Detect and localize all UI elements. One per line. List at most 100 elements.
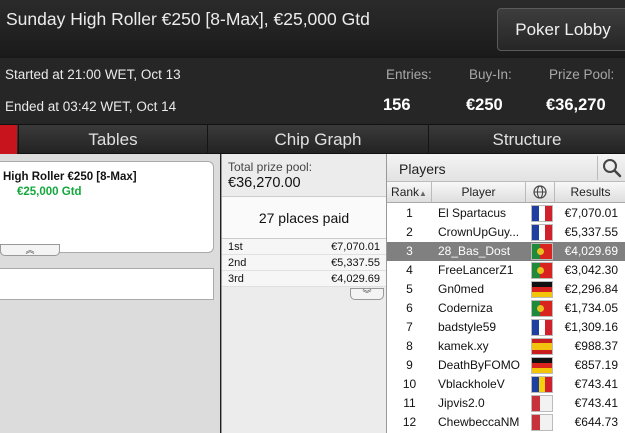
table-row[interactable]: 8 kamek.xy €988.37 xyxy=(387,337,625,356)
france-flag-icon xyxy=(531,224,553,241)
player-result: €2,296.84 xyxy=(564,282,618,296)
tournament-list-panel: High Roller €250 [8-Max] €25,000 Gtd ︽ xyxy=(0,154,220,433)
player-rank: 8 xyxy=(406,339,413,353)
player-name: 28_Bas_Dost xyxy=(438,244,511,258)
player-result: €1,734.05 xyxy=(564,301,618,315)
player-name: CrownUpGuy... xyxy=(438,225,520,239)
player-rank: 12 xyxy=(402,415,417,429)
table-row[interactable]: 9 DeathByFOMO €857.19 xyxy=(387,356,625,375)
payout-row: 3rd €4,029.69 xyxy=(222,271,386,287)
tab-tables[interactable]: Tables xyxy=(18,125,207,154)
payout-amount: €7,070.01 xyxy=(331,241,380,253)
details-field xyxy=(0,268,214,300)
portugal-flag-icon xyxy=(531,262,553,279)
tab-chip-graph[interactable]: Chip Graph xyxy=(207,125,428,154)
table-row[interactable]: 10 VblackholeV €743.41 xyxy=(387,375,625,394)
payout-place: 1st xyxy=(228,241,243,253)
portugal-flag-icon xyxy=(531,243,553,260)
generic-flag-icon xyxy=(531,395,553,412)
table-row[interactable]: 5 Gn0med €2,296.84 xyxy=(387,280,625,299)
table-row[interactable]: 7 badstyle59 €1,309.16 xyxy=(387,318,625,337)
prizepool-value: €36,270 xyxy=(546,96,606,114)
total-prize-pool-label: Total prize pool: xyxy=(228,160,313,174)
player-result: €743.41 xyxy=(574,377,618,391)
buyin-label: Buy-In: xyxy=(469,67,512,82)
results-column-header[interactable]: Results xyxy=(555,182,625,202)
player-result: €644.73 xyxy=(574,415,618,429)
player-result: €988.37 xyxy=(574,339,618,353)
player-name: ChewbeccaNM xyxy=(438,415,520,429)
spain-flag-icon xyxy=(531,338,553,355)
payout-amount: €4,029.69 xyxy=(331,273,380,285)
france-flag-icon xyxy=(531,319,553,336)
player-result: €743.41 xyxy=(574,396,618,410)
payout-row: 2nd €5,337.55 xyxy=(222,255,386,271)
globe-icon[interactable] xyxy=(526,182,555,202)
germany-flag-icon xyxy=(531,281,553,298)
player-name: kamek.xy xyxy=(438,339,489,353)
double-chevron-down-icon[interactable]: ︾ xyxy=(350,288,384,300)
started-time: Started at 21:00 WET, Oct 13 xyxy=(5,67,181,82)
tournament-card-name: High Roller €250 [8-Max] xyxy=(3,171,137,183)
player-rank: 9 xyxy=(406,358,413,372)
player-name: badstyle59 xyxy=(438,320,497,334)
player-rank: 6 xyxy=(406,301,413,315)
player-rank: 1 xyxy=(406,206,413,220)
tab-structure[interactable]: Structure xyxy=(428,125,625,154)
france-flag-icon xyxy=(531,205,553,222)
title-bar: Sunday High Roller €250 [8-Max], €25,000… xyxy=(0,0,625,58)
tab-bar: Tables Chip Graph Structure xyxy=(0,124,625,154)
table-row[interactable]: 1 El Spartacus €7,070.01 xyxy=(387,204,625,223)
table-row[interactable]: 12 ChewbeccaNM €644.73 xyxy=(387,413,625,432)
places-paid: 27 places paid xyxy=(222,196,386,239)
player-name: FreeLancerZ1 xyxy=(438,263,514,277)
players-table: 1 El Spartacus €7,070.01 2 CrownUpGuy... €5,3… xyxy=(387,204,625,432)
players-column-header: Rank▲ Player Results xyxy=(387,182,625,203)
payout-place: 3rd xyxy=(228,273,244,285)
generic-flag-icon xyxy=(531,414,553,431)
payout-place: 2nd xyxy=(228,257,247,269)
tournament-card[interactable]: High Roller €250 [8-Max] €25,000 Gtd xyxy=(0,161,214,253)
player-column-header[interactable]: Player xyxy=(432,182,526,202)
player-result: €5,337.55 xyxy=(564,225,618,239)
player-result: €7,070.01 xyxy=(564,206,618,220)
players-title: Players xyxy=(399,161,446,177)
player-result: €3,042.30 xyxy=(564,263,618,277)
table-row[interactable]: 11 Jipvis2.0 €743.41 xyxy=(387,394,625,413)
players-panel: Players Rank▲ Player Results 1 El Spartac… xyxy=(386,154,625,433)
tournament-title: Sunday High Roller €250 [8-Max], €25,000… xyxy=(6,9,370,29)
player-name: Gn0med xyxy=(438,282,485,296)
rank-column-header[interactable]: Rank▲ xyxy=(387,182,432,202)
payout-list: 1st €7,070.01 2nd €5,337.55 3rd €4,029.6… xyxy=(222,239,386,287)
table-row[interactable]: 3 28_Bas_Dost €4,029.69 xyxy=(387,242,625,261)
player-rank: 2 xyxy=(406,225,413,239)
magnifier-icon[interactable] xyxy=(597,156,625,180)
player-rank: 3 xyxy=(406,244,413,258)
active-tab-indicator[interactable] xyxy=(0,125,17,154)
table-row[interactable]: 2 CrownUpGuy... €5,337.55 xyxy=(387,223,625,242)
poker-lobby-button[interactable]: Poker Lobby xyxy=(497,8,625,51)
player-name: VblackholeV xyxy=(438,377,505,391)
player-rank: 11 xyxy=(403,396,416,410)
entries-label: Entries: xyxy=(386,67,432,82)
player-name: Coderniza xyxy=(438,301,493,315)
player-rank: 7 xyxy=(406,320,413,334)
portugal-flag-icon xyxy=(531,300,553,317)
table-row[interactable]: 6 Coderniza €1,734.05 xyxy=(387,299,625,318)
table-row[interactable]: 4 FreeLancerZ1 €3,042.30 xyxy=(387,261,625,280)
romania-flag-icon xyxy=(531,376,553,393)
buyin-value: €250 xyxy=(466,96,503,114)
double-chevron-up-icon[interactable]: ︽ xyxy=(0,244,60,256)
player-name: Jipvis2.0 xyxy=(438,396,485,410)
player-rank: 5 xyxy=(406,282,413,296)
player-rank: 4 xyxy=(406,263,413,277)
player-name: El Spartacus xyxy=(438,206,507,220)
player-result: €857.19 xyxy=(574,358,618,372)
player-result: €1,309.16 xyxy=(564,320,618,334)
prize-pool-panel: Total prize pool: €36,270.00 27 places p… xyxy=(221,154,386,433)
ended-time: Ended at 03:42 WET, Oct 14 xyxy=(5,99,177,114)
sort-up-icon: ▲ xyxy=(419,189,427,198)
prizepool-label: Prize Pool: xyxy=(549,67,615,82)
tournament-card-guarantee: €25,000 Gtd xyxy=(17,186,82,198)
germany-flag-icon xyxy=(531,357,553,374)
